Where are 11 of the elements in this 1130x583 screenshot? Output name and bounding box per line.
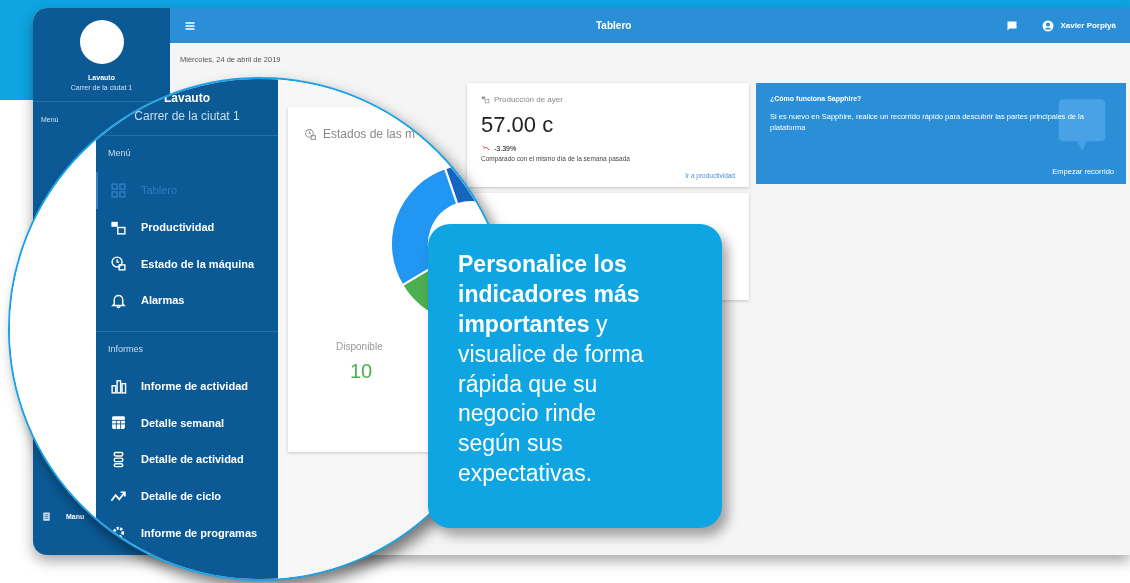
card-title: Estados de las m: [323, 127, 416, 141]
card-title: Producción de ayer: [494, 95, 563, 104]
callout-text: Personalice los indicadores más importantes y visualice de forma rápida que su negocio rinde según sus expectativas.: [458, 250, 645, 489]
production-value: 57.00 c: [481, 112, 555, 138]
company-name: Lavauto: [163, 91, 211, 105]
section-label: Informes: [107, 342, 144, 356]
section-label: Menú: [107, 147, 132, 160]
company-address: Carrer de la ciutat 1: [133, 109, 241, 123]
page-title: Tablero: [596, 20, 632, 31]
legend-value: 10: [350, 360, 374, 383]
legend-label: Disponible: [336, 341, 384, 352]
